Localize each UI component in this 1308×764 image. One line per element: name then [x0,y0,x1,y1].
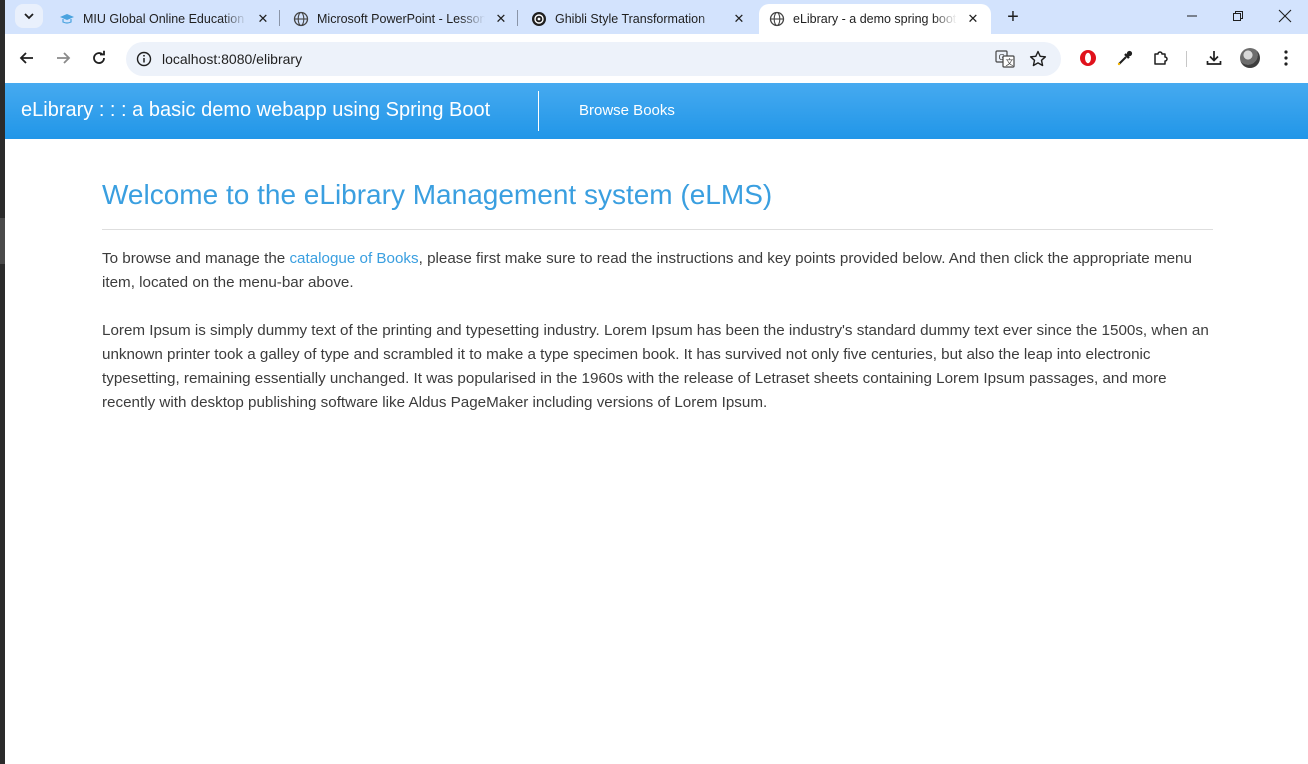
intro-paragraph: To browse and manage the catalogue of Bo… [102,247,1213,295]
page-title: Welcome to the eLibrary Management syste… [102,179,773,210]
restore-button[interactable] [1215,0,1261,32]
menu-dots-icon[interactable] [1275,47,1297,69]
eyedropper-icon[interactable] [1114,47,1136,69]
profile-avatar[interactable] [1240,48,1260,68]
tab-title: Ghibli Style Transformation [555,12,706,26]
tab-search-button[interactable] [15,4,43,28]
new-tab-button[interactable]: + [1001,5,1025,29]
tab-title: Microsoft PowerPoint - Lesson 2 [317,12,485,26]
lorem-paragraph: Lorem Ipsum is simply dummy text of the … [102,322,1209,411]
tab-elibrary[interactable]: eLibrary - a demo spring boot w ✕ [759,4,991,34]
tab-close-icon[interactable]: ✕ [965,11,981,27]
back-button[interactable] [15,46,39,70]
arrow-left-icon [19,52,33,64]
address-bar[interactable]: localhost:8080/elibrary G文 [126,42,1061,76]
navbar-divider [538,91,539,131]
tab-ghibli[interactable]: Ghibli Style Transformation ✕ [521,4,757,34]
tab-strip: MIU Global Online Education : C ✕ Micros… [5,0,1308,34]
tab-miu[interactable]: MIU Global Online Education : C ✕ [49,4,281,34]
title-divider [102,229,1213,230]
extensions-puzzle-icon[interactable] [1150,47,1172,69]
minimize-icon [1187,15,1197,17]
globe-icon [769,11,785,27]
tab-separator [517,10,518,26]
restore-icon [1233,11,1243,21]
opera-extension-icon[interactable] [1077,47,1099,69]
site-info-icon[interactable] [136,51,152,67]
bookmark-star-icon[interactable] [1028,50,1048,68]
openai-icon [531,11,547,27]
translate-icon[interactable]: G文 [995,50,1015,68]
svg-text:文: 文 [1006,57,1014,67]
reload-button[interactable] [87,46,111,70]
app-navbar: eLibrary : : : a basic demo webapp using… [5,83,1308,139]
tab-close-icon[interactable]: ✕ [255,11,271,27]
tab-separator [279,10,280,26]
download-icon[interactable] [1203,47,1225,69]
catalogue-link[interactable]: catalogue of Books [289,250,418,267]
arrow-right-icon [57,52,71,64]
edge-handle [0,218,5,264]
close-window-button[interactable] [1262,0,1308,32]
tab-title: MIU Global Online Education : C [83,12,247,26]
toolbar-separator [1186,51,1187,67]
globe-icon [293,11,309,27]
minimize-button[interactable] [1169,0,1215,32]
nav-browse-books[interactable]: Browse Books [579,102,675,119]
close-icon [1278,9,1292,23]
forward-button[interactable] [51,46,75,70]
education-hat-icon [59,11,75,27]
intro-text-before: To browse and manage the [102,250,290,267]
app-brand[interactable]: eLibrary : : : a basic demo webapp using… [21,99,490,122]
tab-close-icon[interactable]: ✕ [493,11,509,27]
tab-powerpoint[interactable]: Microsoft PowerPoint - Lesson 2 ✕ [283,4,519,34]
url-text[interactable]: localhost:8080/elibrary [162,51,302,67]
browser-toolbar: localhost:8080/elibrary G文 [5,34,1308,83]
chevron-down-icon [24,13,34,20]
tab-close-icon[interactable]: ✕ [731,11,747,27]
tab-title: eLibrary - a demo spring boot w [793,12,957,26]
reload-icon [93,50,105,64]
